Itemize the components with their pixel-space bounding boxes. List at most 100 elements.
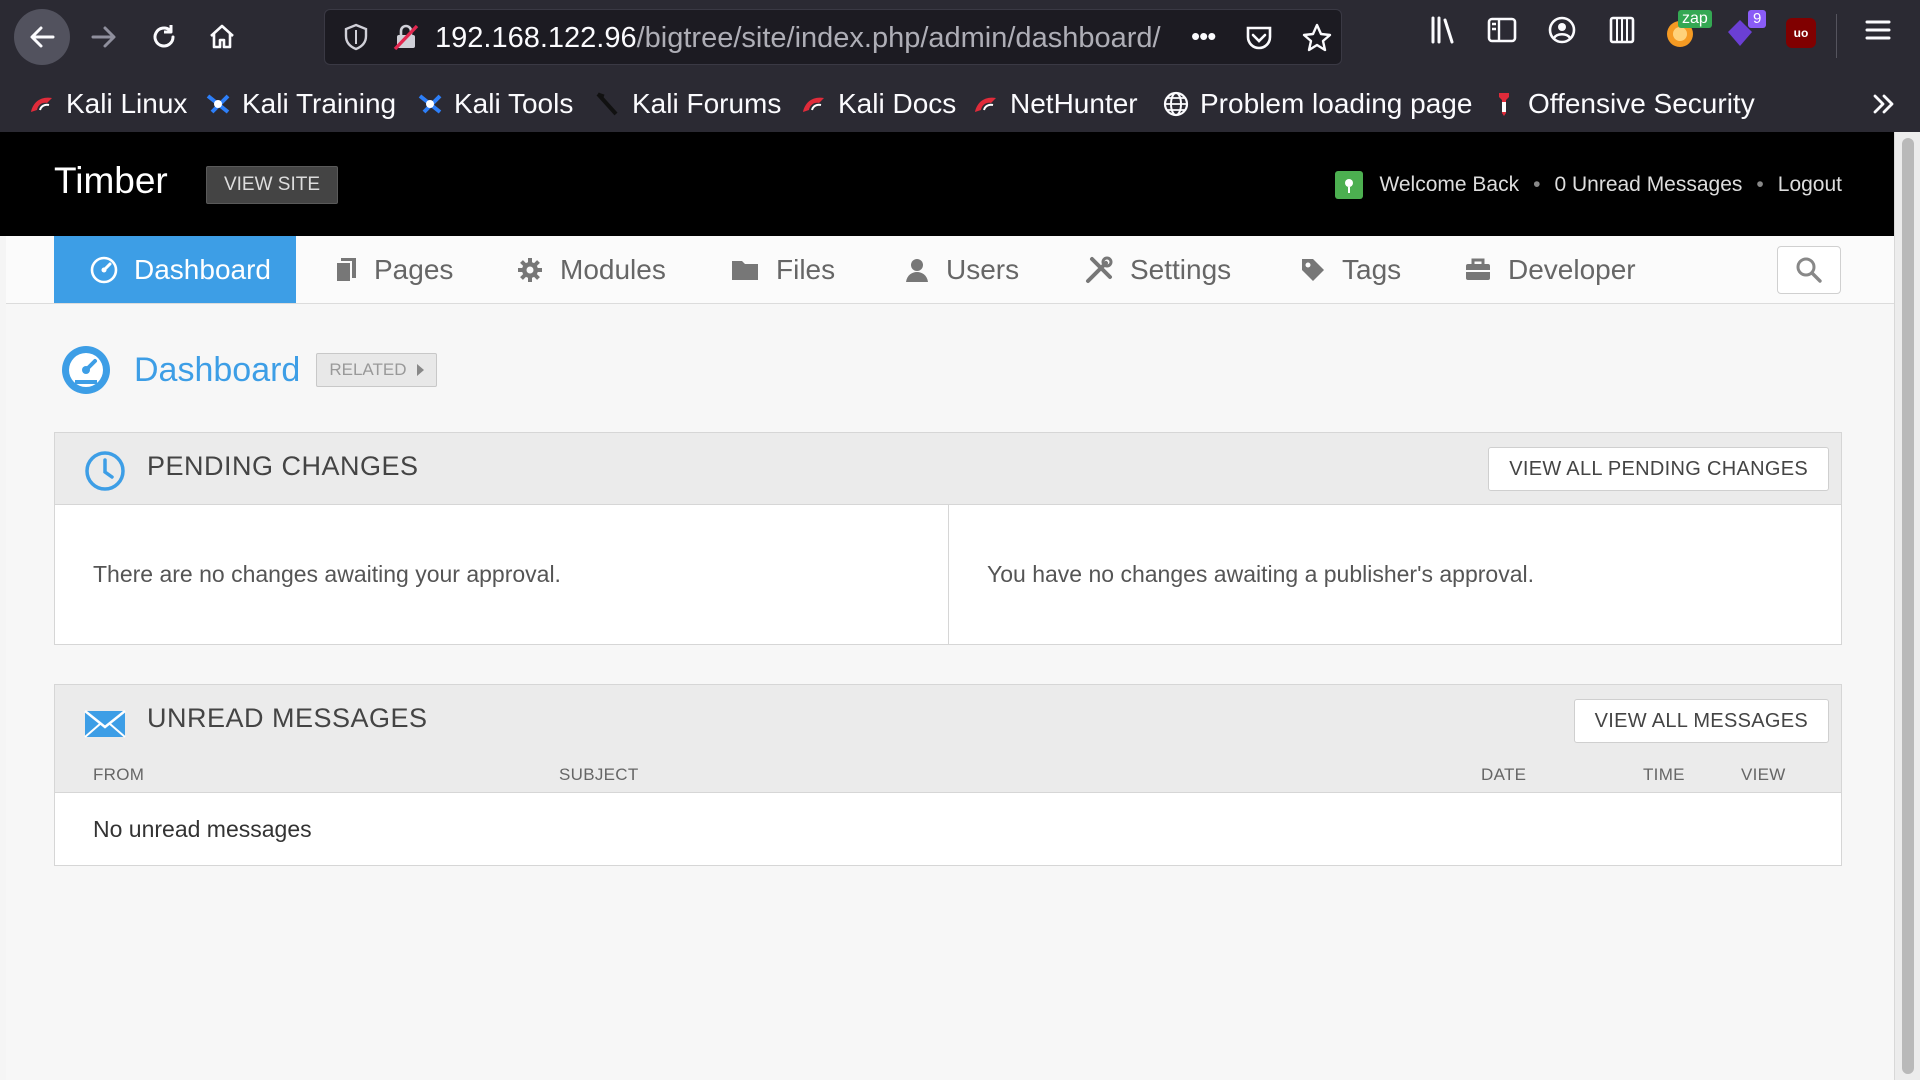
tag-icon [1302, 258, 1324, 281]
view-site-button[interactable]: VIEW SITE [206, 166, 338, 204]
arrow-left-icon [30, 26, 55, 48]
offsec-icon [1499, 93, 1509, 116]
forward-button[interactable] [76, 9, 132, 65]
nav-label: Files [776, 253, 836, 285]
bookmark-label: Kali Tools [454, 88, 574, 119]
zap-extension[interactable]: zap [1664, 10, 1712, 50]
unread-messages-link[interactable]: 0 Unread Messages [1554, 173, 1742, 197]
kali-tools-icon [418, 94, 442, 114]
ublock-icon[interactable]: uo [1786, 18, 1816, 48]
nav-tags[interactable]: Tags [1300, 236, 1401, 303]
bookmarks-bar: Kali Linux Kali Training Kali Tools Kali… [0, 80, 1920, 128]
page-scrollbar[interactable] [1894, 132, 1920, 1080]
envelope-icon [84, 710, 126, 738]
home-button[interactable] [194, 9, 250, 65]
pocket-icon[interactable] [1243, 22, 1275, 54]
account-icon[interactable] [1546, 14, 1578, 46]
nav-label: Dashboard [134, 253, 271, 285]
bookmark-problem-loading-page[interactable]: Problem loading page [1162, 80, 1472, 128]
gear-icon [518, 257, 542, 282]
browser-chrome: 192.168.122.96/bigtree/site/index.php/ad… [0, 0, 1920, 132]
zap-badge: zap [1678, 10, 1712, 28]
bookmark-kali-training[interactable]: Kali Training [204, 80, 396, 128]
extension-gem[interactable]: 9 [1724, 10, 1767, 50]
bookmark-star-icon[interactable] [1301, 22, 1333, 54]
logout-link[interactable]: Logout [1778, 173, 1842, 197]
column-header-time[interactable]: TIME [1643, 765, 1685, 785]
main-nav: Dashboard Pages Modules Files Users Sett… [6, 236, 1894, 304]
bookmark-kali-docs[interactable]: Kali Docs [800, 80, 956, 128]
header-user-links: Welcome Back • 0 Unread Messages • Logou… [1335, 166, 1842, 204]
library-icon[interactable] [1428, 14, 1460, 46]
empty-messages-text: No unread messages [93, 815, 312, 842]
hamburger-menu-icon[interactable] [1862, 14, 1894, 46]
my-approvals-text: There are no changes awaiting your appro… [55, 505, 949, 644]
user-avatar-icon [1345, 179, 1354, 193]
reload-button[interactable] [136, 9, 192, 65]
bookmark-kali-forums[interactable]: Kali Forums [594, 80, 781, 128]
nav-pages[interactable]: Pages [334, 236, 453, 303]
kali-dragon-icon [975, 97, 996, 112]
shield-icon[interactable] [341, 22, 371, 52]
gauge-icon [90, 256, 118, 283]
chevrons-right-icon[interactable] [1870, 90, 1898, 118]
toolbar-divider [1836, 14, 1837, 58]
pending-changes-panel: PENDING CHANGES VIEW ALL PENDING CHANGES… [54, 432, 1842, 645]
bookmark-kali-linux[interactable]: Kali Linux [28, 80, 187, 128]
user-icon [906, 258, 928, 282]
main-content: Dashboard RELATED PENDING CHANGES VIEW A… [6, 304, 1894, 1080]
column-header-subject[interactable]: SUBJECT [559, 765, 639, 785]
page-heading: Dashboard RELATED [58, 342, 437, 398]
bookmark-kali-tools[interactable]: Kali Tools [416, 80, 573, 128]
url-bar[interactable]: 192.168.122.96/bigtree/site/index.php/ad… [324, 9, 1342, 65]
globe-icon [1163, 91, 1189, 117]
insecure-lock-icon[interactable] [391, 22, 421, 52]
nav-files[interactable]: Files [730, 236, 835, 303]
page-actions-menu[interactable]: ••• [1191, 10, 1216, 66]
avatar [1335, 171, 1364, 199]
nav-modules[interactable]: Modules [516, 236, 666, 303]
container-extension-icon[interactable] [1606, 14, 1638, 46]
welcome-text: Welcome Back [1379, 173, 1520, 196]
search-button[interactable] [1777, 246, 1841, 294]
scrollbar-thumb[interactable] [1902, 138, 1914, 1074]
site-title[interactable]: Timber [54, 160, 168, 202]
bookmark-label: Kali Docs [838, 88, 957, 119]
nav-dashboard[interactable]: Dashboard [54, 236, 296, 303]
kali-dragon-icon [31, 97, 52, 112]
view-all-messages-button[interactable]: VIEW ALL MESSAGES [1573, 699, 1829, 743]
nav-label: Tags [1342, 253, 1402, 285]
unread-messages-header: UNREAD MESSAGES VIEW ALL MESSAGES FROM S… [55, 685, 1841, 793]
dashboard-gauge-icon [62, 346, 110, 394]
pending-changes-header: PENDING CHANGES VIEW ALL PENDING CHANGES [55, 433, 1841, 505]
back-button[interactable] [14, 9, 70, 65]
bookmark-nethunter[interactable]: NetHunter [972, 80, 1138, 128]
nav-label: Modules [560, 253, 666, 285]
bookmark-label: Kali Training [242, 88, 397, 119]
column-header-date[interactable]: DATE [1481, 765, 1526, 785]
nav-settings[interactable]: Settings [1084, 236, 1231, 303]
related-button[interactable]: RELATED [316, 353, 437, 387]
briefcase-icon [1466, 258, 1490, 280]
nav-users[interactable]: Users [904, 236, 1019, 303]
url-host: 192.168.122.96 [435, 22, 637, 54]
view-all-pending-changes-button[interactable]: VIEW ALL PENDING CHANGES [1488, 447, 1829, 491]
nav-developer[interactable]: Developer [1464, 236, 1636, 303]
tools-icon [1086, 256, 1113, 283]
arrow-right-icon [91, 26, 116, 48]
pages-icon [335, 257, 356, 283]
related-label: RELATED [329, 360, 407, 379]
bookmark-label: Kali Linux [66, 88, 188, 119]
bookmark-offensive-security[interactable]: Offensive Security [1490, 80, 1755, 128]
column-header-from[interactable]: FROM [93, 765, 144, 785]
separator-dot: • [1756, 173, 1764, 196]
sidebar-icon[interactable] [1486, 14, 1518, 46]
gem-badge: 9 [1748, 10, 1767, 28]
column-header-view[interactable]: VIEW [1741, 765, 1786, 785]
separator-dot: • [1533, 173, 1541, 196]
nav-label: Users [946, 253, 1020, 285]
folder-icon [732, 260, 758, 280]
nav-label: Pages [374, 253, 454, 285]
bookmark-label: Problem loading page [1200, 88, 1473, 119]
url-text[interactable]: 192.168.122.96/bigtree/site/index.php/ad… [435, 10, 1161, 66]
